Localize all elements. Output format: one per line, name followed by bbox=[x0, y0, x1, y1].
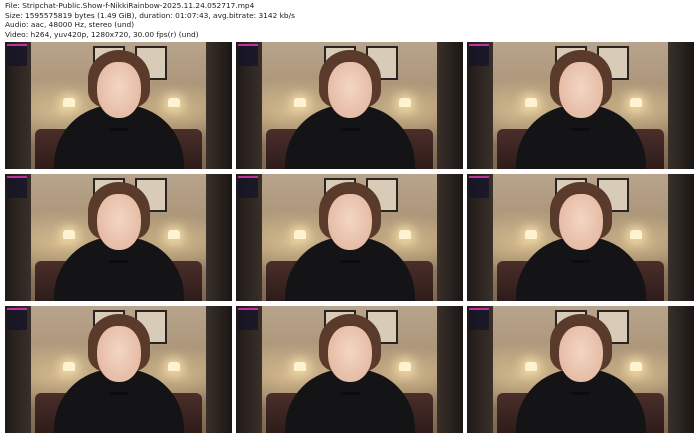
stream-overlay bbox=[7, 176, 27, 198]
stream-overlay bbox=[238, 176, 258, 198]
thumbnail-grid bbox=[5, 42, 694, 433]
stream-overlay bbox=[238, 308, 258, 330]
video-thumbnail bbox=[5, 42, 232, 169]
stream-overlay bbox=[7, 44, 27, 66]
video-thumbnail bbox=[467, 306, 694, 433]
stream-overlay bbox=[469, 308, 489, 330]
file-name-line: File: Stripchat-Public.Show-f-NikkiRainb… bbox=[5, 1, 255, 10]
video-thumbnail bbox=[467, 174, 694, 301]
video-thumbnail bbox=[236, 42, 463, 169]
video-thumbnail bbox=[236, 174, 463, 301]
stream-overlay bbox=[469, 44, 489, 66]
audio-info-line: Audio: aac, 48000 Hz, stereo (und) bbox=[5, 20, 135, 30]
video-thumbnail bbox=[236, 306, 463, 433]
video-thumbnail bbox=[5, 174, 232, 301]
video-info-line: Video: h264, yuv420p, 1280x720, 30.00 fp… bbox=[5, 29, 199, 39]
video-thumbnail bbox=[467, 42, 694, 169]
stream-overlay bbox=[469, 176, 489, 198]
file-info-header: File: Stripchat-Public.Show-f-NikkiRainb… bbox=[5, 1, 695, 39]
video-thumbnail bbox=[5, 306, 232, 433]
file-size-line: Size: 1595575819 bytes (1.49 GiB), durat… bbox=[5, 10, 295, 20]
stream-overlay bbox=[238, 44, 258, 66]
stream-overlay bbox=[7, 308, 27, 330]
